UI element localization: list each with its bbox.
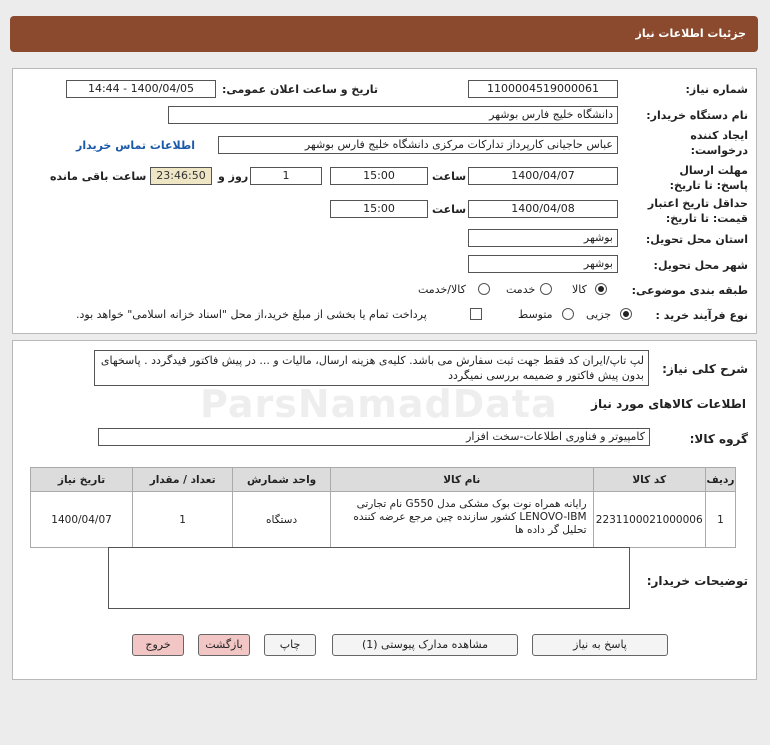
remaining-time-field: 23:46:50 bbox=[150, 167, 212, 185]
need-number-label: شماره نیاز: bbox=[685, 83, 748, 96]
process-partial-radio[interactable] bbox=[620, 308, 632, 320]
process-medium-label: متوسط bbox=[518, 308, 553, 321]
row-code: 2231100021000006 bbox=[592, 491, 706, 548]
row-unit: دستگاه bbox=[232, 491, 332, 548]
print-button[interactable]: چاپ bbox=[264, 634, 316, 656]
day-label: روز و bbox=[218, 170, 249, 183]
col-name: نام کالا bbox=[330, 467, 594, 492]
exit-button[interactable]: خروج bbox=[132, 634, 184, 656]
buyer-contact-link[interactable]: اطلاعات تماس خریدار bbox=[76, 139, 195, 152]
table-row: 1 2231100021000006 رایانه همراه نوت بوک … bbox=[29, 491, 737, 548]
city-field: بوشهر bbox=[468, 255, 618, 273]
reply-time-label: ساعت bbox=[432, 170, 467, 183]
buyer-desc-label: توضیحات خریدار: bbox=[646, 574, 748, 588]
row-date: 1400/04/07 bbox=[29, 491, 134, 548]
goods-table: ردیف کد کالا نام کالا واحد شمارش تعداد /… bbox=[29, 467, 737, 548]
col-index: ردیف bbox=[704, 467, 737, 492]
buyer-desc-field bbox=[108, 547, 630, 609]
validity-time-field: 15:00 bbox=[330, 200, 428, 218]
announce-field: 1400/04/05 - 14:44 bbox=[66, 80, 216, 98]
goods-table-header: ردیف کد کالا نام کالا واحد شمارش تعداد /… bbox=[29, 467, 737, 492]
process-medium-radio[interactable] bbox=[562, 308, 574, 320]
category-label: طبقه بندی موضوعی: bbox=[631, 284, 748, 297]
need-number-field: 1100004519000061 bbox=[468, 80, 618, 98]
city-label: شهر محل تحویل: bbox=[653, 259, 748, 272]
days-field: 1 bbox=[250, 167, 322, 185]
buyer-org-field: دانشگاه خلیج فارس بوشهر bbox=[168, 106, 618, 124]
category-goods-service-radio[interactable] bbox=[478, 283, 490, 295]
page-title: جزئیات اطلاعات نیاز bbox=[635, 27, 747, 40]
col-unit: واحد شمارش bbox=[232, 467, 332, 492]
row-index: 1 bbox=[704, 491, 737, 548]
province-field: بوشهر bbox=[468, 229, 618, 247]
validity-time-label: ساعت bbox=[432, 203, 467, 216]
reply-time-field: 15:00 bbox=[330, 167, 428, 185]
category-goods-radio[interactable] bbox=[595, 283, 607, 295]
process-label: نوع فرآیند خرید : bbox=[655, 309, 748, 322]
row-name: رایانه همراه نوت بوک مشکی مدل G550 نام ت… bbox=[330, 491, 594, 548]
category-goods-label: کالا bbox=[572, 283, 587, 296]
reply-button[interactable]: پاسخ به نیاز bbox=[532, 634, 668, 656]
category-goods-service-label: کالا/خدمت bbox=[418, 283, 466, 296]
remaining-label: ساعت باقی مانده bbox=[50, 170, 147, 183]
announce-label: تاریخ و ساعت اعلان عمومی: bbox=[222, 83, 379, 96]
category-service-label: خدمت bbox=[506, 283, 536, 296]
col-date: تاریخ نیاز bbox=[29, 467, 134, 492]
treasury-payment-checkbox[interactable] bbox=[470, 308, 482, 320]
general-desc-field: لپ تاپ/ایران کد فقط جهت ثبت سفارش می باش… bbox=[94, 350, 649, 386]
back-button[interactable]: بازگشت bbox=[198, 634, 250, 656]
validity-label: حداقل تاریخ اعتبار قیمت: تا تاریخ: bbox=[647, 197, 748, 225]
creator-label: ایجاد کننده درخواست: bbox=[690, 129, 748, 157]
goods-group-label: گروه کالا: bbox=[689, 432, 748, 446]
reply-deadline-label: مهلت ارسال پاسخ: تا تاریخ: bbox=[669, 164, 748, 192]
process-partial-label: جزیی bbox=[586, 308, 612, 321]
reply-date-field: 1400/04/07 bbox=[468, 167, 618, 185]
goods-info-title: اطلاعات کالاهای مورد نیاز bbox=[591, 397, 746, 411]
province-label: استان محل تحویل: bbox=[645, 233, 748, 246]
col-qty: تعداد / مقدار bbox=[132, 467, 234, 492]
treasury-payment-note: پرداخت تمام یا بخشی از مبلغ خرید،از محل … bbox=[76, 308, 427, 321]
creator-field: عباس حاجیانی کارپرداز تدارکات مرکزی دانش… bbox=[218, 136, 618, 154]
row-qty: 1 bbox=[132, 491, 234, 548]
general-desc-label: شرح کلی نیاز: bbox=[662, 362, 748, 376]
category-service-radio[interactable] bbox=[540, 283, 552, 295]
goods-group-field: کامپیوتر و فناوری اطلاعات-سخت افزار bbox=[98, 428, 650, 446]
col-code: کد کالا bbox=[592, 467, 706, 492]
page-header: جزئیات اطلاعات نیاز bbox=[10, 16, 758, 52]
validity-date-field: 1400/04/08 bbox=[468, 200, 618, 218]
buyer-org-label: نام دستگاه خریدار: bbox=[646, 109, 748, 122]
attachments-button[interactable]: مشاهده مدارک پیوستی (1) bbox=[332, 634, 518, 656]
